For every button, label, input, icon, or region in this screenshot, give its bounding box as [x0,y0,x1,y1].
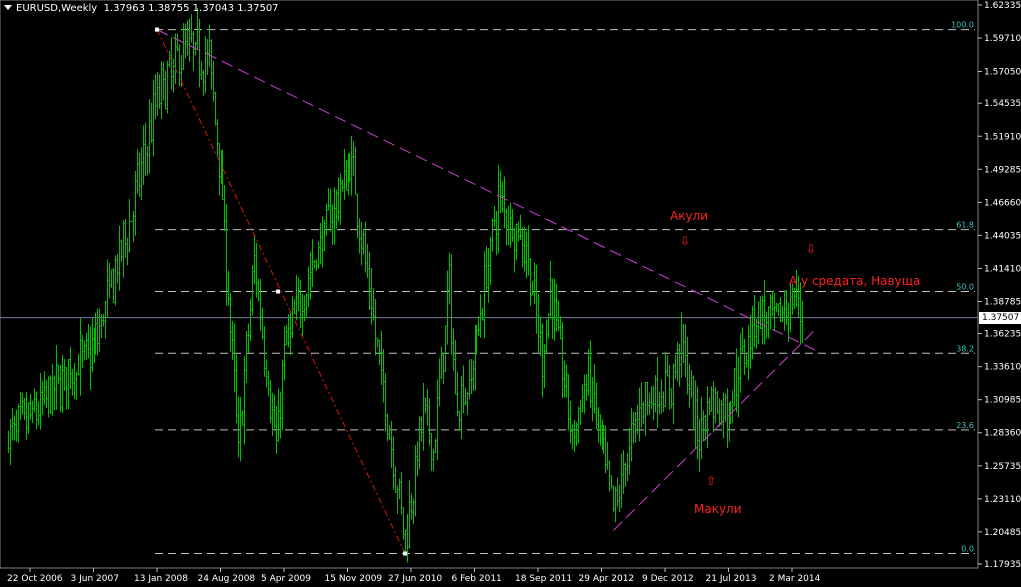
x-tick-label: 27 Jun 2010 [388,574,442,584]
y-tick-label: 1.17935 [984,560,1021,570]
x-tick-label: 22 Oct 2006 [7,574,63,584]
fib-anchor-point [403,551,408,556]
x-tick-label: 18 Sep 2011 [515,574,572,584]
down-arrow-icon: ⇩ [680,234,691,248]
y-tick-label: 1.30985 [984,396,1021,406]
dropdown-triangle-icon[interactable] [4,5,12,10]
y-tick-label: 1.41410 [984,264,1021,274]
up-arrow-icon: ⇧ [706,474,717,488]
symbol-title: EURUSD,Weekly [16,3,98,14]
sell-annotation: Акули [670,209,709,223]
x-tick-label: 15 Nov 2009 [325,574,383,584]
y-tick-label: 1.25735 [984,462,1021,472]
y-tick-label: 1.57050 [984,68,1021,78]
y-tick-label: 1.33610 [984,363,1021,373]
current-price-box: 1.37507 [979,312,1021,324]
y-tick-label: 1.23110 [984,495,1021,505]
middle-annotation: А у средата, Навуща [789,274,921,288]
fib-level-label: 100.0 [951,21,974,30]
y-tick-label: 1.62335 [984,1,1021,11]
fib-anchor-point [155,27,159,32]
y-tick-label: 1.59710 [984,34,1021,44]
y-tick-label: 1.38785 [984,297,1021,307]
x-tick-label: 21 Jul 2013 [706,574,757,584]
fib-level-label: 23.6 [956,421,974,430]
buy-annotation: Макули [694,502,742,516]
y-tick-label: 1.44035 [984,231,1021,241]
symbol-title-bar: EURUSD,Weekly 1.37963 1.38755 1.37043 1.… [4,3,279,14]
y-tick-label: 1.49285 [984,165,1021,175]
x-tick-label: 2 Mar 2014 [769,574,821,584]
x-tick-label: 24 Aug 2008 [198,574,256,584]
x-tick-label: 9 Dec 2012 [642,574,694,584]
x-tick-label: 5 Apr 2009 [261,574,311,584]
price-axis: 1.62335 1.59710 1.57050 1.54535 1.51910 1.492… [978,1,1021,570]
x-tick-label: 13 Jan 2008 [134,574,188,584]
price-chart[interactable]: 100.061.850.038.223.60.0 1.623351.597101… [0,0,1021,587]
y-tick-label: 1.36235 [984,330,1021,340]
fib-level-label: 38.2 [956,344,974,353]
y-tick-label: 1.28360 [984,429,1021,439]
fib-level-label: 50.0 [956,282,974,291]
x-tick-label: 6 Feb 2011 [452,574,502,584]
x-tick-label: 3 Jun 2007 [71,574,119,584]
fib-level-label: 61.8 [956,221,974,230]
down-arrow-icon-2: ⇩ [806,242,817,256]
y-tick-label: 1.46660 [984,198,1021,208]
time-axis: 22 Oct 2006 3 Jun 2007 13 Jan 2008 24 Aug 2… [7,568,821,584]
fib-level-label: 0.0 [961,544,974,553]
ohlc-values: 1.37963 1.38755 1.37043 1.37507 [103,3,279,14]
y-tick-label: 1.54535 [984,99,1021,109]
y-tick-label: 1.51910 [984,132,1021,142]
fib-anchor-point [276,289,281,294]
x-tick-label: 29 Apr 2012 [579,574,635,584]
y-tick-label: 1.20485 [984,528,1021,538]
